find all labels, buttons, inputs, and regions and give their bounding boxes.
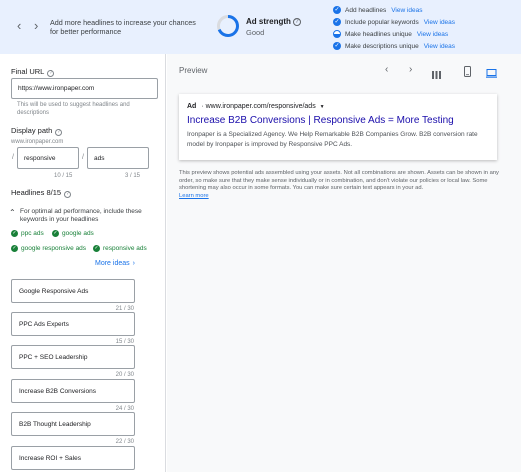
headline-input[interactable]: Google Responsive Ads [11,279,135,303]
tip-unique-descriptions: ✓ Make descriptions unique View ideas [333,42,456,50]
tip-include-keywords: ✓ Include popular keywords View ideas [333,18,456,26]
check-circle-icon: ✓ [52,230,59,237]
ad-preview-card: Ad · www.ironpaper.com/responsive/ads ▼ … [179,94,497,160]
headline-input[interactable]: PPC + SEO Leadership [11,345,135,369]
separator-dot: · [201,103,204,110]
ad-strength-tips: ✓ Add headlines View ideas ✓ Include pop… [333,4,455,52]
help-icon[interactable]: ? [64,191,72,198]
previous-preview-icon[interactable]: ‹ [385,64,388,75]
display-url: www.ironpaper.com/responsive/ads [205,103,316,110]
path1-char-count: 10 / 15 [54,173,73,179]
check-circle-icon: ✓ [333,6,341,14]
ad-strength-label: Ad strength? [246,17,301,26]
headline-char-count: 22 / 30 [115,439,134,445]
check-circle-icon: ✓ [11,245,18,252]
view-ideas-link[interactable]: View ideas [424,19,455,26]
ad-strength-value: Good [246,28,265,37]
path2-char-count: 3 / 15 [125,173,141,179]
ad-headline[interactable]: Increase B2B Conversions | Responsive Ad… [187,115,454,126]
check-circle-icon: ✓ [333,18,341,26]
ad-url-line: Ad · www.ironpaper.com/responsive/ads ▼ [187,103,325,110]
banner-message: Add more headlines to increase your chan… [50,18,196,36]
columns-view-icon[interactable] [432,66,441,84]
view-ideas-link[interactable]: View ideas [417,31,448,38]
path-separator: / [12,154,14,161]
preview-title: Preview [179,66,208,75]
next-preview-icon[interactable]: › [409,64,412,75]
tip-unique-headlines: Make headlines unique View ideas [333,28,455,40]
headline-input[interactable]: Increase B2B Conversions [11,379,135,403]
collapse-chevron-icon[interactable]: ⌃ [9,208,16,217]
view-ideas-link[interactable]: View ideas [391,7,422,14]
keyword-chip[interactable]: ✓ google ads [52,228,94,239]
help-icon[interactable]: ? [47,70,55,77]
final-url-hint: This will be used to suggest headlines a… [17,102,130,116]
preview-panel: Preview ‹ › Ad · www.ironpaper.com/respo… [167,54,521,472]
final-url-input[interactable]: https://www.ironpaper.com [11,78,158,99]
headline-input[interactable]: B2B Thought Leadership [11,412,135,436]
half-circle-icon [333,30,341,38]
chevron-right-icon: › [132,260,135,267]
mobile-device-icon[interactable] [464,64,471,82]
keyword-chip[interactable]: ✓ google responsive ads [11,243,86,254]
preview-disclaimer: This preview shows potential ads assembl… [179,170,499,199]
display-path-domain: www.ironpaper.com [11,139,64,145]
learn-more-link[interactable]: Learn more [179,193,209,199]
headline-char-count: 20 / 30 [115,372,134,378]
check-circle-icon: ✓ [93,245,100,252]
dropdown-arrow-icon: ▼ [319,104,325,110]
ad-strength-gauge-icon [217,15,239,37]
path2-input[interactable]: ads [87,147,149,169]
ad-badge: Ad [187,103,197,110]
ad-strength-banner: ‹ › Add more headlines to increase your … [0,0,521,54]
help-icon[interactable]: ? [292,18,301,26]
path-separator: / [82,154,84,161]
headline-input[interactable]: PPC Ads Experts [11,312,135,336]
view-ideas-link[interactable]: View ideas [424,43,455,50]
desktop-device-icon[interactable] [486,65,497,83]
keyword-recommendation: For optimal ad performance, include thes… [20,208,142,223]
previous-arrow-icon[interactable]: ‹ [17,19,21,33]
check-circle-icon: ✓ [333,42,341,50]
headline-input[interactable]: Increase ROI + Sales [11,446,135,470]
check-circle-icon: ✓ [11,230,18,237]
ad-description: Ironpaper is a Specialized Agency. We He… [187,131,478,148]
ad-editor-panel: Final URL? https://www.ironpaper.com Thi… [0,54,166,472]
headlines-label: Headlines 8/15? [11,188,72,198]
path1-input[interactable]: responsive [17,147,79,169]
more-ideas-button[interactable]: More ideas › [95,260,135,267]
display-path-label: Display path? [11,126,63,136]
next-arrow-icon[interactable]: › [34,19,38,33]
keyword-chip[interactable]: ✓ ppc ads [11,228,44,239]
keyword-chip[interactable]: ✓ responsive ads [93,243,147,254]
tip-add-headlines: ✓ Add headlines View ideas [333,6,423,14]
help-icon[interactable]: ? [55,129,63,136]
final-url-label: Final URL? [11,67,55,77]
